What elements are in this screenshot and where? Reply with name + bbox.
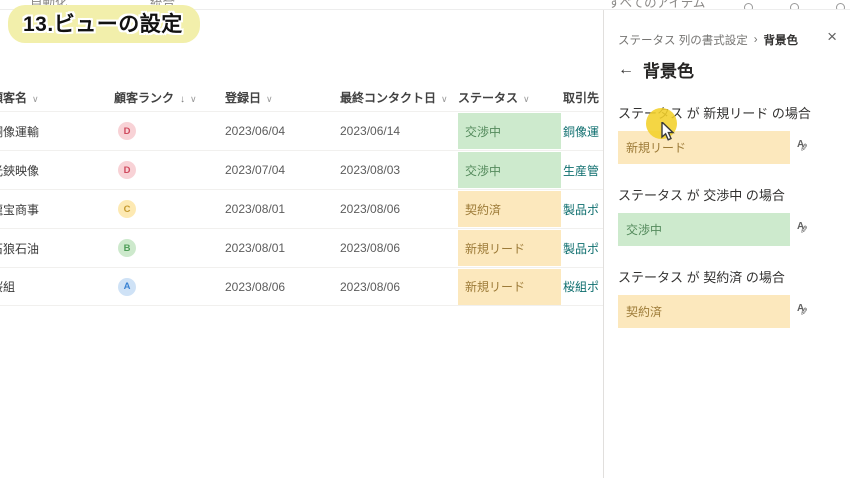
edit-styles-icon[interactable]: A ✎ <box>797 140 811 155</box>
breadcrumb-parent[interactable]: ステータス 列の書式設定 <box>618 32 748 48</box>
customer-name: 龍宝商事 <box>0 203 39 217</box>
sort-desc-icon: ↓ <box>180 94 185 105</box>
status-chip: 新規リード <box>458 230 561 266</box>
cursor-pointer-icon <box>661 122 676 148</box>
table-header-row: 顧客名∨ 顧客ランク↓∨ 登録日∨ 最終コンタクト日∨ ステータス∨ 取引先 <box>0 84 604 111</box>
partner-link[interactable]: 銅像運 <box>563 125 599 139</box>
column-header-customer-rank[interactable]: 顧客ランク↓∨ <box>110 89 225 106</box>
chevron-down-icon[interactable]: ∨ <box>32 94 39 104</box>
rank-badge: D <box>118 161 136 179</box>
registered-date: 2023/07/04 <box>225 163 340 177</box>
view-selector-fragment[interactable]: すべてのアイテム <box>608 0 705 10</box>
status-chip: 交渉中 <box>458 113 561 149</box>
customer-name: 石狼石油 <box>0 242 39 256</box>
customer-name: 桜組 <box>0 280 15 294</box>
partner-link[interactable]: 製品ポ <box>563 242 599 256</box>
condition-row: 新規リード A ✎ <box>618 131 836 164</box>
format-panel: ステータス 列の書式設定 › 背景色 × ← 背景色 ステータス が 新規リード… <box>604 10 850 478</box>
registered-date: 2023/08/01 <box>225 202 340 216</box>
list-table: 顧客名∨ 顧客ランク↓∨ 登録日∨ 最終コンタクト日∨ ステータス∨ 取引先 銅… <box>0 84 604 306</box>
table-row[interactable]: 龍宝商事 C 2023/08/01 2023/08/06 契約済 製品ポ <box>0 189 604 228</box>
customer-name: 銅像運輸 <box>0 125 39 139</box>
app-window: { "topbar": { "fragment_left_1": "自動化", … <box>0 0 850 478</box>
table-row[interactable]: 光鋏映像 D 2023/07/04 2023/08/03 交渉中 生産管 <box>0 150 604 189</box>
registered-date: 2023/06/04 <box>225 124 340 138</box>
registered-date: 2023/08/06 <box>225 280 340 294</box>
color-swatch[interactable]: 交渉中 <box>618 213 790 246</box>
chevron-down-icon[interactable]: ∨ <box>523 94 530 104</box>
condition-label: ステータス が 交渉中 の場合 <box>618 185 836 204</box>
last-contact-date: 2023/08/03 <box>340 163 458 177</box>
chevron-down-icon[interactable]: ∨ <box>441 94 448 104</box>
toolbar-icon-fragment[interactable] <box>836 3 845 10</box>
toolbar-icon-fragment[interactable] <box>790 3 799 10</box>
condition-row: 交渉中 A ✎ <box>618 213 836 246</box>
chevron-down-icon[interactable]: ∨ <box>190 94 197 104</box>
rank-badge: C <box>118 200 136 218</box>
rank-badge: D <box>118 122 136 140</box>
toolbar-icon-fragment[interactable] <box>744 3 753 10</box>
partner-link[interactable]: 製品ポ <box>563 203 599 217</box>
column-header-status[interactable]: ステータス∨ <box>458 89 563 106</box>
column-header-registered-date[interactable]: 登録日∨ <box>225 89 340 106</box>
back-arrow-icon[interactable]: ← <box>618 61 634 79</box>
last-contact-date: 2023/06/14 <box>340 124 458 138</box>
rank-badge: A <box>118 278 136 296</box>
registered-date: 2023/08/01 <box>225 241 340 255</box>
condition-label: ステータス が 契約済 の場合 <box>618 267 836 286</box>
table-row[interactable]: 石狼石油 B 2023/08/01 2023/08/06 新規リード 製品ポ <box>0 228 604 267</box>
last-contact-date: 2023/08/06 <box>340 280 458 294</box>
rank-badge: B <box>118 239 136 257</box>
last-contact-date: 2023/08/06 <box>340 241 458 255</box>
column-header-partner[interactable]: 取引先 <box>563 89 604 106</box>
customer-name: 光鋏映像 <box>0 164 39 178</box>
edit-styles-icon[interactable]: A ✎ <box>797 222 811 237</box>
last-contact-date: 2023/08/06 <box>340 202 458 216</box>
status-chip: 交渉中 <box>458 152 561 188</box>
column-header-customer-name[interactable]: 顧客名∨ <box>0 89 101 106</box>
column-header-last-contact[interactable]: 最終コンタクト日∨ <box>340 89 458 106</box>
close-icon[interactable]: × <box>827 28 837 45</box>
breadcrumb: ステータス 列の書式設定 › 背景色 <box>618 32 836 48</box>
breadcrumb-separator-icon: › <box>754 34 758 46</box>
edit-styles-icon[interactable]: A ✎ <box>797 304 811 319</box>
panel-title: 背景色 <box>643 57 694 82</box>
chevron-down-icon[interactable]: ∨ <box>266 94 273 104</box>
status-chip: 契約済 <box>458 191 561 227</box>
table-row[interactable]: 桜組 A 2023/08/06 2023/08/06 新規リード 桜組ポ <box>0 267 604 306</box>
table-row[interactable]: 銅像運輸 D 2023/06/04 2023/06/14 交渉中 銅像運 <box>0 111 604 150</box>
color-swatch[interactable]: 契約済 <box>618 295 790 328</box>
tutorial-step-badge: 13.ビューの設定 <box>8 5 200 43</box>
partner-link[interactable]: 生産管 <box>563 164 599 178</box>
partner-link[interactable]: 桜組ポ <box>563 280 599 294</box>
color-swatch[interactable]: 新規リード <box>618 131 790 164</box>
condition-row: 契約済 A ✎ <box>618 295 836 328</box>
status-chip: 新規リード <box>458 269 561 305</box>
breadcrumb-current: 背景色 <box>764 32 799 48</box>
